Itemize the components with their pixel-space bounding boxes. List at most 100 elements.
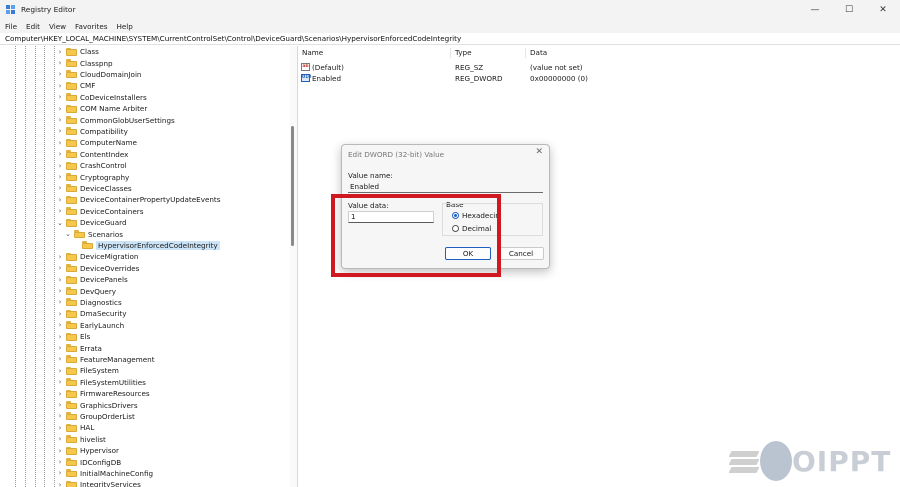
tree-item[interactable]: › CloudDomainJoin bbox=[56, 69, 142, 80]
folder-icon bbox=[66, 389, 77, 398]
value-row-enabled[interactable]: 010 Enabled REG_DWORD 0x00000000 (0) bbox=[298, 73, 900, 84]
tree-item[interactable]: › Hypervisor bbox=[56, 445, 119, 456]
minimize-button[interactable]: — bbox=[798, 0, 832, 19]
tree-item[interactable]: › FirmwareResources bbox=[56, 388, 150, 399]
tree-scrollbar[interactable] bbox=[290, 46, 297, 487]
tree-item[interactable]: › CMF bbox=[56, 80, 96, 91]
chevron-right-icon[interactable] bbox=[72, 241, 80, 249]
chevron-right-icon[interactable]: › bbox=[56, 310, 64, 318]
chevron-right-icon[interactable]: › bbox=[56, 127, 64, 135]
tree-item[interactable]: › DevQuery bbox=[56, 285, 116, 296]
tree-item[interactable]: ⌄ Scenarios bbox=[64, 228, 123, 239]
chevron-right-icon[interactable]: › bbox=[56, 458, 64, 466]
tree-item[interactable]: › ComputerName bbox=[56, 137, 137, 148]
tree-item[interactable]: › Errata bbox=[56, 342, 102, 353]
column-type-header[interactable]: Type bbox=[455, 48, 472, 57]
tree-item[interactable]: › DeviceMigration bbox=[56, 251, 139, 262]
tree-item[interactable]: › Class bbox=[56, 46, 99, 57]
chevron-right-icon[interactable]: › bbox=[56, 139, 64, 147]
tree-item[interactable]: › Classpnp bbox=[56, 57, 113, 68]
tree-item[interactable]: › CommonGlobUserSettings bbox=[56, 114, 175, 125]
tree-item[interactable]: › ContentIndex bbox=[56, 149, 129, 160]
tree-item[interactable]: › InitialMachineConfig bbox=[56, 468, 153, 479]
chevron-right-icon[interactable]: › bbox=[56, 82, 64, 90]
chevron-right-icon[interactable]: › bbox=[56, 276, 64, 284]
tree-item[interactable]: › Cryptography bbox=[56, 171, 130, 182]
chevron-right-icon[interactable]: › bbox=[56, 321, 64, 329]
chevron-right-icon[interactable]: › bbox=[56, 378, 64, 386]
chevron-right-icon[interactable]: › bbox=[56, 481, 64, 487]
tree-item[interactable]: › FileSystem bbox=[56, 365, 119, 376]
column-name-header[interactable]: Name bbox=[302, 48, 323, 57]
chevron-right-icon[interactable]: › bbox=[56, 264, 64, 272]
tree-item-label: DeviceClasses bbox=[80, 183, 132, 193]
tree-item[interactable]: › DeviceContainers bbox=[56, 206, 144, 217]
tree-item[interactable]: › DeviceClasses bbox=[56, 183, 132, 194]
chevron-right-icon[interactable]: › bbox=[56, 116, 64, 124]
chevron-right-icon[interactable]: › bbox=[56, 435, 64, 443]
chevron-right-icon[interactable]: › bbox=[56, 184, 64, 192]
cancel-button[interactable]: Cancel bbox=[498, 247, 544, 260]
chevron-right-icon[interactable]: › bbox=[56, 150, 64, 158]
address-bar[interactable]: Computer\HKEY_LOCAL_MACHINE\SYSTEM\Curre… bbox=[0, 33, 900, 45]
chevron-right-icon[interactable]: › bbox=[56, 367, 64, 375]
tree-item[interactable]: › HAL bbox=[56, 422, 95, 433]
chevron-right-icon[interactable]: › bbox=[56, 333, 64, 341]
menu-edit[interactable]: Edit bbox=[26, 22, 40, 31]
chevron-right-icon[interactable]: › bbox=[56, 162, 64, 170]
tree-item[interactable]: › COM Name Arbiter bbox=[56, 103, 148, 114]
chevron-right-icon[interactable]: › bbox=[56, 412, 64, 420]
tree-item[interactable]: › FeatureManagement bbox=[56, 354, 155, 365]
menu-view[interactable]: View bbox=[49, 22, 66, 31]
chevron-down-icon[interactable]: ⌄ bbox=[56, 219, 64, 227]
chevron-right-icon[interactable]: › bbox=[56, 173, 64, 181]
menu-help[interactable]: Help bbox=[116, 22, 132, 31]
chevron-right-icon[interactable]: › bbox=[56, 390, 64, 398]
chevron-right-icon[interactable]: › bbox=[56, 401, 64, 409]
menu-favorites[interactable]: Favorites bbox=[75, 22, 107, 31]
chevron-right-icon[interactable]: › bbox=[56, 287, 64, 295]
tree-item[interactable]: › EarlyLaunch bbox=[56, 320, 125, 331]
tree-item[interactable]: › CrashControl bbox=[56, 160, 127, 171]
tree-item[interactable]: › DeviceOverrides bbox=[56, 263, 140, 274]
tree-item[interactable]: › FileSystemUtilities bbox=[56, 377, 146, 388]
chevron-right-icon[interactable]: › bbox=[56, 298, 64, 306]
chevron-right-icon[interactable]: › bbox=[56, 253, 64, 261]
tree-item[interactable]: ⌄ DeviceGuard bbox=[56, 217, 126, 228]
chevron-right-icon[interactable]: › bbox=[56, 105, 64, 113]
column-data-header[interactable]: Data bbox=[530, 48, 547, 57]
chevron-right-icon[interactable]: › bbox=[56, 48, 64, 56]
tree-item[interactable]: › DevicePanels bbox=[56, 274, 128, 285]
folder-icon bbox=[66, 287, 77, 296]
chevron-right-icon[interactable]: › bbox=[56, 344, 64, 352]
chevron-down-icon[interactable]: ⌄ bbox=[64, 230, 72, 238]
tree-item[interactable]: › DmaSecurity bbox=[56, 308, 127, 319]
tree-scrollbar-thumb[interactable] bbox=[291, 126, 294, 246]
chevron-right-icon[interactable]: › bbox=[56, 70, 64, 78]
value-row-default[interactable]: ab (Default) REG_SZ (value not set) bbox=[298, 62, 900, 73]
tree-item[interactable]: › GroupOrderList bbox=[56, 411, 135, 422]
chevron-right-icon[interactable]: › bbox=[56, 469, 64, 477]
tree-item[interactable]: › Compatibility bbox=[56, 126, 128, 137]
chevron-right-icon[interactable]: › bbox=[56, 355, 64, 363]
chevron-right-icon[interactable]: › bbox=[56, 447, 64, 455]
tree-item[interactable]: › Els bbox=[56, 331, 91, 342]
tree-item[interactable]: › DeviceContainerPropertyUpdateEvents bbox=[56, 194, 221, 205]
value-name-field[interactable]: Enabled bbox=[348, 181, 543, 193]
tree-item[interactable]: › IDConfigDB bbox=[56, 456, 122, 467]
tree-item[interactable]: › CoDeviceInstallers bbox=[56, 92, 147, 103]
chevron-right-icon[interactable]: › bbox=[56, 93, 64, 101]
tree-item[interactable]: › GraphicsDrivers bbox=[56, 399, 138, 410]
maximize-button[interactable]: ☐ bbox=[832, 0, 866, 19]
chevron-right-icon[interactable]: › bbox=[56, 424, 64, 432]
dialog-close-button[interactable]: ✕ bbox=[535, 147, 543, 157]
chevron-right-icon[interactable]: › bbox=[56, 196, 64, 204]
tree-item[interactable]: HypervisorEnforcedCodeIntegrity bbox=[72, 240, 220, 251]
close-button[interactable]: ✕ bbox=[866, 0, 900, 19]
menu-file[interactable]: File bbox=[5, 22, 17, 31]
chevron-right-icon[interactable]: › bbox=[56, 207, 64, 215]
tree-item[interactable]: › IntegrityServices bbox=[56, 479, 141, 487]
tree-item[interactable]: › Diagnostics bbox=[56, 297, 122, 308]
chevron-right-icon[interactable]: › bbox=[56, 59, 64, 67]
tree-item[interactable]: › hivelist bbox=[56, 434, 106, 445]
